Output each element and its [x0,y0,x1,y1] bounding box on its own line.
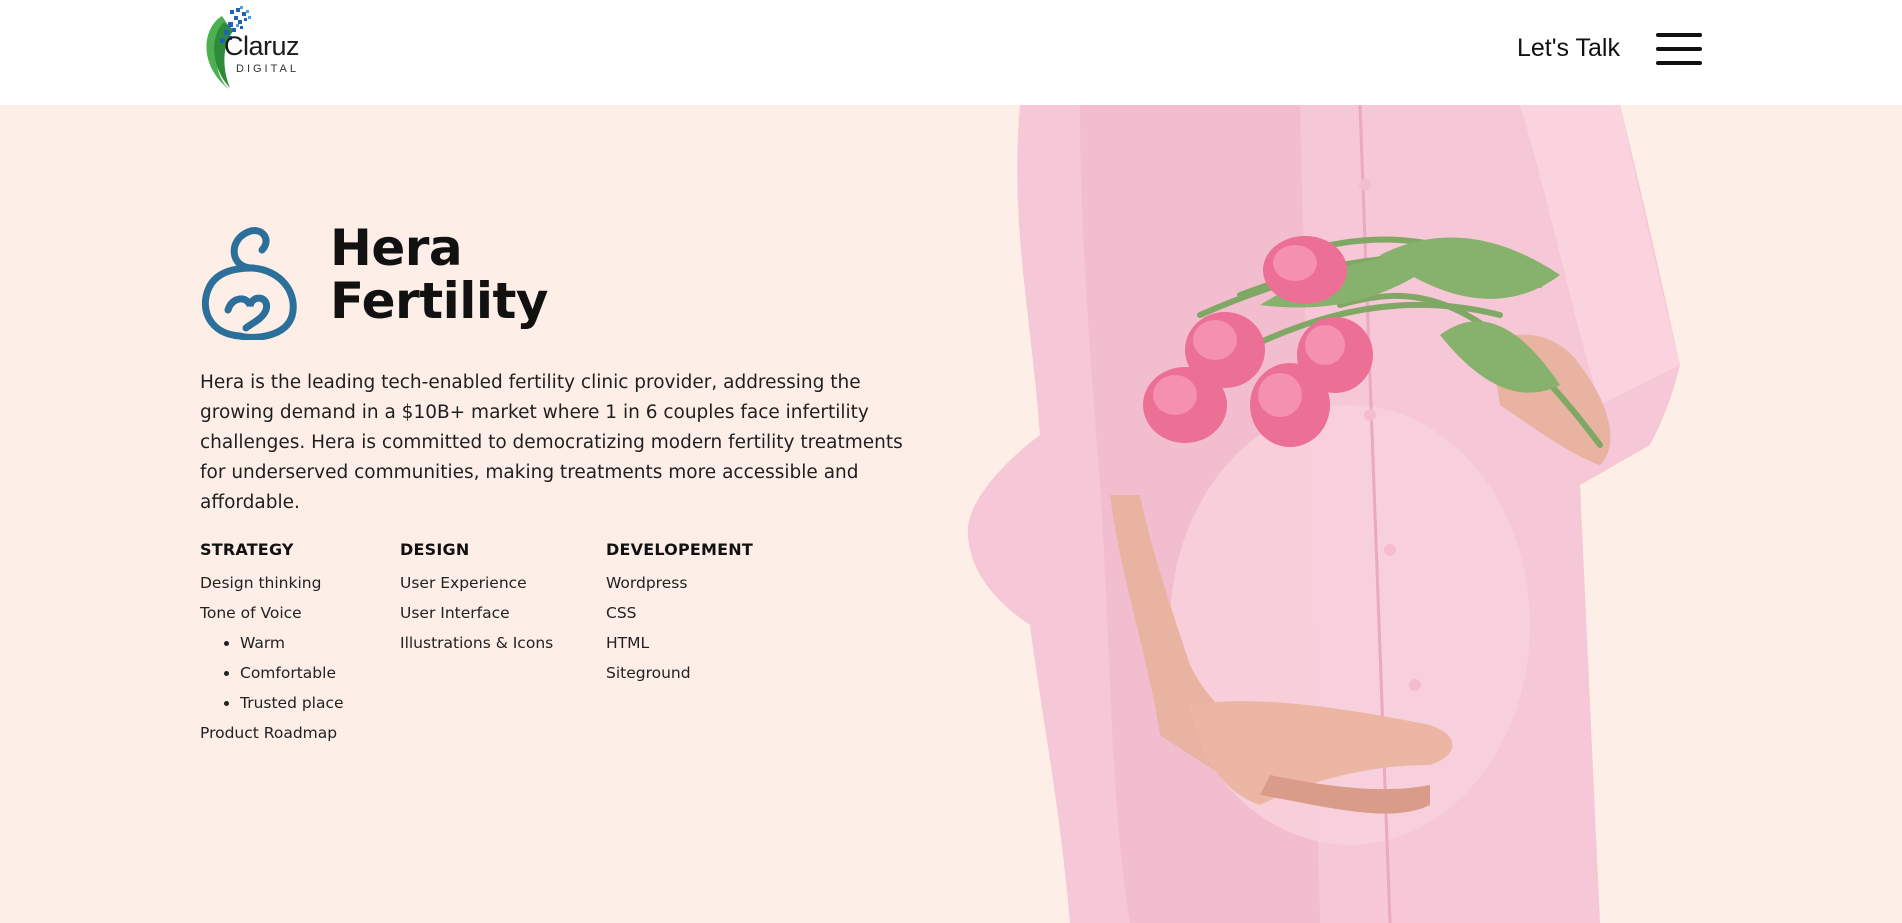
lets-talk-link[interactable]: Let's Talk [1517,34,1620,63]
hera-mother-heart-icon [201,227,297,340]
list-item: Product Roadmap [200,724,338,742]
logo-subtitle: DIGITAL [236,63,299,75]
strategy-heading: STRATEGY [200,540,294,559]
list-item: Illustrations & Icons [400,634,554,652]
list-item: Design thinking [200,574,322,592]
list-item: Comfortable [240,658,344,688]
development-heading: DEVELOPEMENT [606,540,753,559]
list-item: Warm [240,628,344,658]
tone-of-voice-list: Warm Comfortable Trusted place [200,628,344,718]
hero-image [967,105,1680,923]
list-item: Tone of Voice [200,604,302,622]
project-title-line2: Fertility [330,272,549,330]
project-title-line1: Hera [330,219,463,277]
list-item: HTML [606,634,650,652]
project-title: Hera Fertility [330,219,549,330]
development-column: DEVELOPEMENT Wordpress CSS HTML Sitegrou… [606,538,753,688]
hamburger-menu-icon[interactable] [1656,33,1702,65]
list-item: Siteground [606,664,691,682]
strategy-column: STRATEGY Design thinking Tone of Voice W… [200,538,344,748]
logo-wordmark[interactable]: Claruz [224,33,300,60]
list-item: User Interface [400,604,510,622]
site-header: Claruz DIGITAL Let's Talk [0,0,1902,105]
list-item: User Experience [400,574,527,592]
list-item: CSS [606,604,637,622]
design-column: DESIGN User Experience User Interface Il… [400,538,553,658]
list-item: Wordpress [606,574,688,592]
list-item: Trusted place [240,688,344,718]
project-description: Hera is the leading tech-enabled fertili… [200,372,903,513]
design-heading: DESIGN [400,540,470,559]
